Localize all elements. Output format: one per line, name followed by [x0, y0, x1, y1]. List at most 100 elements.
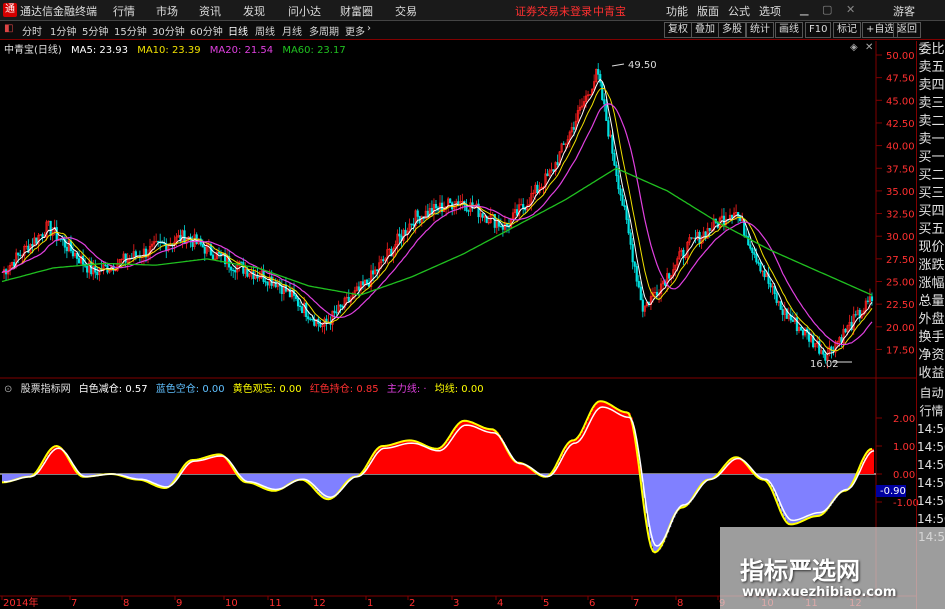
x-label: 11: [269, 598, 282, 609]
candle-body: [854, 314, 857, 316]
order-book-item[interactable]: 净资: [917, 347, 945, 365]
candle-body: [605, 103, 608, 121]
candle-body: [795, 317, 799, 332]
candle-body: [49, 220, 52, 236]
order-book-item[interactable]: 委比: [917, 41, 945, 59]
candle-body: [240, 261, 243, 263]
candle-body: [866, 300, 870, 302]
chart-canvas[interactable]: 50.0047.5045.0042.5040.0037.5035.0032.50…: [0, 0, 945, 609]
y-label-main: 20.00: [886, 323, 915, 334]
candle-body: [201, 243, 204, 248]
candle-body: [753, 252, 756, 255]
watermark-url: www.xuezhibiao.com: [742, 585, 897, 600]
tick-item: 自动: [919, 386, 944, 400]
candle-body: [757, 261, 760, 264]
y-label-main: 22.50: [886, 300, 915, 311]
candle-body: [755, 254, 758, 263]
candle-body: [31, 244, 34, 247]
candle-body: [520, 204, 523, 206]
candle-body: [629, 232, 632, 245]
y-label-ind: 2.00: [893, 414, 915, 425]
order-book-item[interactable]: 涨幅: [917, 275, 945, 293]
candle-body: [690, 237, 693, 239]
candle-body: [722, 215, 726, 225]
order-book-item[interactable]: 外盘: [917, 311, 945, 329]
collapse-icon[interactable]: ◈: [850, 42, 858, 53]
candle-body: [501, 226, 504, 230]
indicator-name: 股票指标网: [20, 384, 71, 395]
candle-body: [264, 281, 267, 283]
candle-body: [361, 281, 365, 286]
candle-body: [124, 253, 127, 263]
order-book-item[interactable]: 买一: [917, 149, 945, 167]
x-label: 7: [71, 598, 77, 609]
order-book-panel: 委比 卖五 卖四 卖三 卖二 卖一 买一 买二 买三 买四 买五 现价 涨跌 涨幅 总量 外盘 换手 净资 收益: [916, 41, 945, 421]
candle-body: [155, 241, 158, 243]
order-book-item[interactable]: 买三: [917, 185, 945, 203]
close-panel-icon[interactable]: ✕: [865, 42, 873, 53]
order-book-item[interactable]: 买五: [917, 221, 945, 239]
tick-item: 14:50: [917, 494, 945, 508]
candle-body: [801, 329, 805, 336]
order-book-item[interactable]: 总量: [917, 293, 945, 311]
order-book-item[interactable]: 收益: [917, 365, 945, 383]
candle-body: [134, 251, 137, 257]
x-label: 2: [409, 598, 415, 609]
candle-body: [635, 266, 638, 282]
candle-body: [627, 219, 630, 234]
x-label: 1: [367, 598, 373, 609]
candle-body: [749, 244, 752, 249]
candle-body: [536, 184, 539, 194]
candle-body: [751, 248, 754, 253]
candle-body: [416, 210, 419, 217]
tick-item: 14:50: [917, 476, 945, 490]
candle-body: [234, 270, 237, 273]
candle-body: [55, 227, 58, 241]
candle-body: [759, 263, 762, 272]
order-book-item[interactable]: 买二: [917, 167, 945, 185]
candle-body: [775, 293, 778, 303]
candle-body: [296, 298, 300, 307]
candle-body: [799, 326, 803, 331]
candle-body: [398, 233, 401, 237]
candle-body: [597, 69, 600, 75]
candle-body: [309, 318, 312, 320]
ind-white-value: 白色减仓: 0.57: [78, 384, 148, 395]
candle-body: [457, 201, 460, 205]
y-label-main: 17.50: [886, 345, 915, 356]
order-book-item[interactable]: 卖二: [917, 113, 945, 131]
candle-body: [844, 328, 847, 333]
candle-body: [781, 309, 784, 315]
x-label: 10: [225, 598, 238, 609]
order-book-item[interactable]: 卖三: [917, 95, 945, 113]
order-book-item[interactable]: 买四: [917, 203, 945, 221]
x-label: 3: [453, 598, 459, 609]
candle-body: [607, 120, 610, 137]
order-book-item[interactable]: 卖四: [917, 77, 945, 95]
candle-body: [619, 188, 622, 196]
candle-body: [232, 269, 235, 272]
candle-body: [769, 283, 772, 288]
candle-body: [404, 229, 407, 236]
y-label-main: 25.00: [886, 278, 915, 289]
y-label-main: 37.50: [886, 164, 915, 175]
order-book-item[interactable]: 换手: [917, 329, 945, 347]
order-book-item[interactable]: 涨跌: [917, 257, 945, 275]
candle-body: [114, 269, 117, 272]
candle-body: [599, 74, 602, 83]
order-book-item[interactable]: 卖一: [917, 131, 945, 149]
indicator-settings-icon[interactable]: ⊙: [4, 384, 12, 395]
order-book-item[interactable]: 卖五: [917, 59, 945, 77]
ma60-line: [1, 167, 873, 296]
tick-item: 14:50: [917, 458, 945, 472]
candle-body: [307, 316, 310, 320]
candle-body: [335, 312, 338, 314]
tick-item: 14:50: [917, 440, 945, 454]
candle-body: [35, 237, 38, 244]
order-book-item[interactable]: 现价: [917, 239, 945, 257]
candle-body: [372, 270, 375, 275]
candle-body: [761, 270, 764, 272]
candle-body: [615, 164, 618, 176]
y-label-ind: -1.00: [893, 498, 919, 509]
candle-body: [739, 215, 742, 221]
